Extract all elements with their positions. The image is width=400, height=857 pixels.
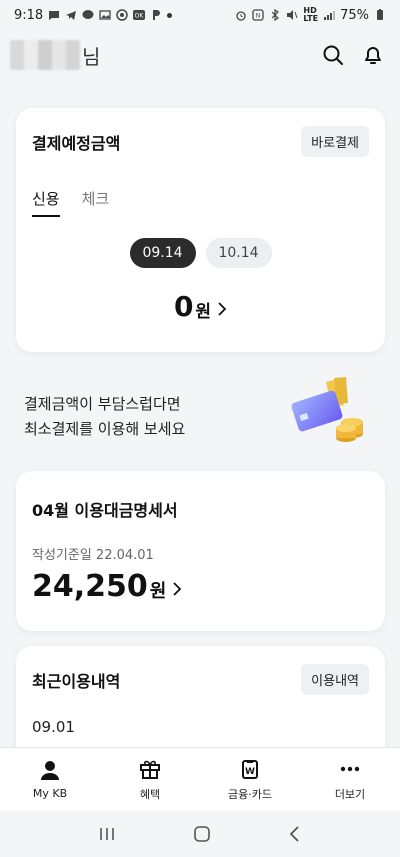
system-nav-bar bbox=[0, 811, 400, 857]
tab-check[interactable]: 체크 bbox=[82, 188, 110, 217]
payment-title: 결제예정금액 bbox=[32, 133, 121, 153]
statement-title: 04월 이용대금명세서 bbox=[32, 501, 178, 520]
nav-benefits[interactable]: 혜택 bbox=[100, 748, 200, 811]
statement-amount-value: 24,250 bbox=[32, 569, 148, 604]
date-pill[interactable]: 10.14 bbox=[205, 238, 272, 268]
recent-title: 최근이용내역 bbox=[32, 671, 121, 691]
name-suffix: 님 bbox=[82, 44, 101, 69]
nfc-icon: N bbox=[252, 9, 265, 21]
search-icon bbox=[323, 45, 343, 65]
image-icon bbox=[99, 10, 111, 20]
recent-header: 최근이용내역 이용내역 bbox=[32, 664, 369, 695]
recent-apps-icon[interactable] bbox=[98, 826, 116, 842]
payment-due-card: 결제예정금액 바로결제 신용 체크 09.14 10.14 0 원 bbox=[16, 108, 385, 352]
usage-history-button[interactable]: 이용내역 bbox=[301, 664, 369, 695]
alarm-icon bbox=[236, 11, 247, 21]
card-coins-illustration bbox=[291, 377, 363, 442]
statement-amount[interactable]: 24,250 원 bbox=[32, 569, 182, 604]
bell-icon bbox=[365, 47, 381, 64]
battery-icon bbox=[377, 9, 383, 20]
card-type-tabs: 신용 체크 bbox=[32, 188, 109, 217]
network-type: HD LTE bbox=[303, 6, 319, 23]
won-card-icon: W bbox=[242, 759, 258, 779]
ok-app-icon: OK bbox=[133, 10, 146, 20]
header-actions bbox=[320, 42, 386, 68]
svg-text:N: N bbox=[256, 13, 261, 20]
circle-app-icon bbox=[116, 9, 128, 21]
payment-amount-value: 0 bbox=[173, 290, 194, 323]
payment-header: 결제예정금액 바로결제 bbox=[32, 126, 369, 157]
bluetooth-icon bbox=[271, 9, 280, 21]
date-pill-selected[interactable]: 09.14 bbox=[129, 238, 196, 268]
talk-icon bbox=[82, 10, 94, 19]
nav-label-finance-card: 금융·카드 bbox=[228, 787, 272, 801]
payment-date-selector: 09.14 10.14 bbox=[16, 238, 385, 268]
recent-date: 09.01 bbox=[32, 718, 75, 736]
statement-date: 작성기준일 22.04.01 bbox=[32, 548, 154, 563]
tab-credit[interactable]: 신용 bbox=[32, 188, 60, 217]
more-notifications-dot bbox=[167, 12, 173, 18]
message-icon bbox=[49, 11, 60, 20]
pay-app-icon bbox=[153, 10, 161, 20]
more-icon bbox=[340, 766, 360, 771]
monthly-statement-card[interactable]: 04월 이용대금명세서 작성기준일 22.04.01 24,250 원 bbox=[16, 471, 385, 631]
search-button[interactable] bbox=[320, 42, 346, 68]
status-time: 9:18 bbox=[14, 7, 44, 23]
payment-amount-unit: 원 bbox=[195, 302, 212, 322]
signal-icon bbox=[324, 11, 336, 20]
nav-label-benefits: 혜택 bbox=[139, 787, 161, 801]
app-header: 님 bbox=[0, 30, 400, 80]
pay-now-button[interactable]: 바로결제 bbox=[301, 126, 369, 157]
promo-line-2: 최소결제를 이용해 보세요 bbox=[24, 420, 186, 438]
svg-text:OK: OK bbox=[135, 13, 145, 20]
status-bar: 9:18 OK N HD LTE 75% bbox=[0, 0, 400, 30]
telegram-icon bbox=[66, 11, 77, 20]
nav-my-kb[interactable]: My KB bbox=[0, 748, 100, 811]
back-icon[interactable] bbox=[288, 825, 302, 843]
svg-text:W: W bbox=[245, 767, 255, 777]
nav-finance-card[interactable]: W 금융·카드 bbox=[200, 748, 300, 811]
chevron-right-icon bbox=[218, 301, 227, 316]
promo-text: 결제금액이 부담스럽다면 최소결제를 이용해 보세요 bbox=[24, 392, 185, 442]
minimum-payment-promo[interactable]: 결제금액이 부담스럽다면 최소결제를 이용해 보세요 bbox=[24, 376, 376, 456]
home-icon[interactable] bbox=[193, 825, 211, 843]
nav-label-my-kb: My KB bbox=[32, 787, 68, 800]
battery-percent: 75% bbox=[340, 7, 369, 23]
bottom-nav: My KB 혜택 W 금융·카드 더보기 bbox=[0, 747, 400, 811]
chevron-right-icon bbox=[173, 581, 182, 596]
status-right: N HD LTE 75% bbox=[235, 7, 386, 23]
payment-amount[interactable]: 0 원 bbox=[16, 290, 385, 323]
gift-icon bbox=[140, 760, 160, 779]
mute-icon bbox=[287, 10, 298, 20]
nav-label-more: 더보기 bbox=[334, 787, 366, 801]
blurred-user-name bbox=[10, 40, 80, 70]
status-left: 9:18 OK bbox=[14, 7, 173, 23]
person-icon bbox=[41, 761, 59, 780]
notification-button[interactable] bbox=[360, 42, 386, 68]
nav-more[interactable]: 더보기 bbox=[300, 748, 400, 811]
promo-line-1: 결제금액이 부담스럽다면 bbox=[24, 395, 181, 413]
user-greeting: 님 bbox=[10, 40, 100, 70]
statement-amount-unit: 원 bbox=[149, 580, 167, 602]
